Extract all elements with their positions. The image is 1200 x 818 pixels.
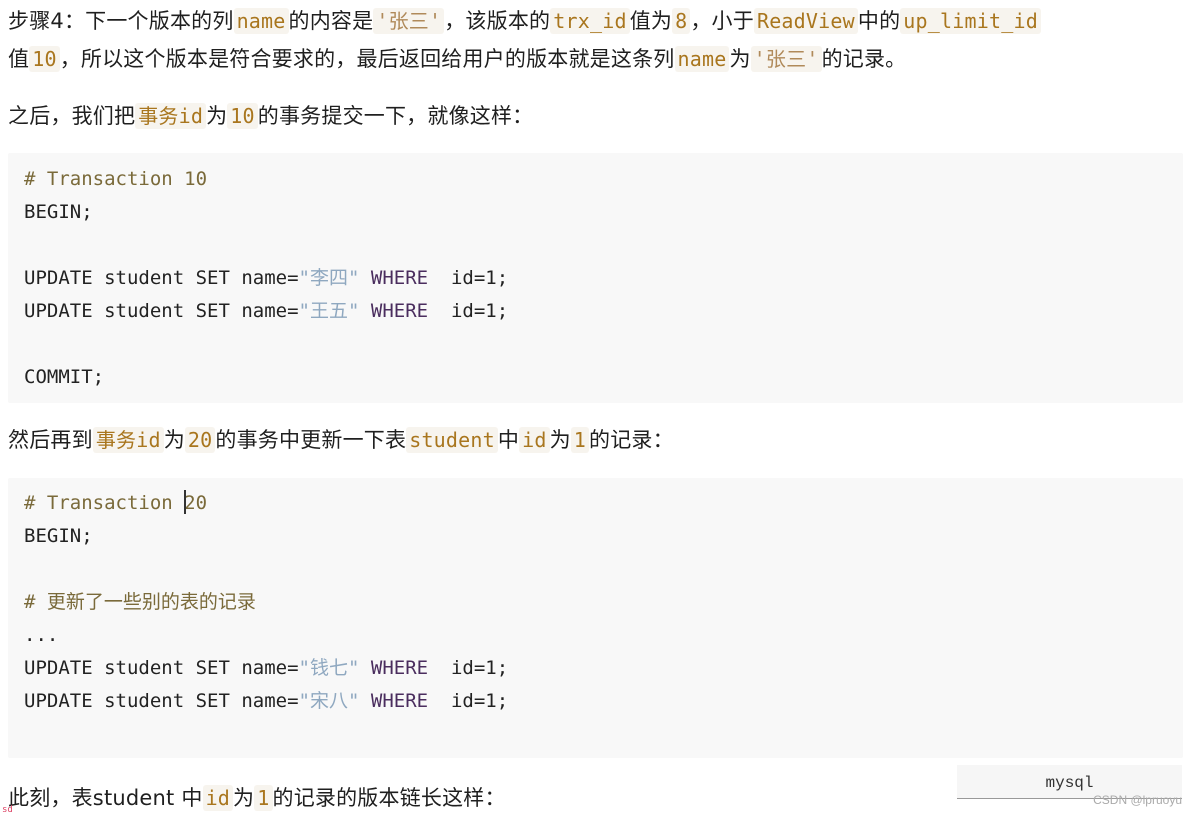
inline-code: ReadView xyxy=(753,8,858,34)
inline-code: '张三' xyxy=(373,8,445,34)
inline-code: up_limit_id xyxy=(900,8,1041,34)
code-text: id=1; xyxy=(428,657,509,679)
text: 的记录的版本链长这样： xyxy=(272,786,506,810)
inline-code: 10 xyxy=(227,103,258,129)
text: 值 xyxy=(8,47,30,71)
code-line-update: UPDATE student SET name="宋八" WHERE id=1; xyxy=(24,685,508,718)
text: 值为 xyxy=(629,9,673,33)
text: 此刻，表student 中 xyxy=(8,786,203,810)
inline-code: 8 xyxy=(672,8,691,34)
inline-code: 10 xyxy=(29,46,60,72)
code-block-transaction-10: # Transaction 10 BEGIN; UPDATE student S… xyxy=(8,153,1183,403)
code-string: "钱七" xyxy=(298,657,360,679)
code-text: UPDATE student SET name= xyxy=(24,267,299,289)
code-line-update: UPDATE student SET name="李四" WHERE id=1; xyxy=(24,262,508,295)
text: 为 xyxy=(549,428,571,452)
inline-code: id xyxy=(519,427,550,453)
code-line-ellipsis: ... xyxy=(24,624,59,646)
code-string: "李四" xyxy=(298,267,360,289)
code-block-transaction-20[interactable]: # Transaction 20 BEGIN; # 更新了一些别的表的记录 ..… xyxy=(8,478,1183,758)
code-keyword: WHERE xyxy=(359,300,429,322)
paragraph-update-intro: 然后再到 事务id 为 20 的事务中更新一下表 student 中 id 为 1 的记录： xyxy=(8,421,1180,459)
code-keyword: WHERE xyxy=(359,690,429,712)
code-line-begin: BEGIN; xyxy=(24,201,93,223)
inline-code: name xyxy=(233,8,289,34)
text-cursor-icon xyxy=(184,489,187,514)
text: ，小于 xyxy=(690,9,754,33)
text: 步骤4：下一个版本的列 xyxy=(8,9,234,33)
code-text: UPDATE student SET name= xyxy=(24,657,299,679)
text: 的记录： xyxy=(589,428,674,452)
code-text: UPDATE student SET name= xyxy=(24,300,299,322)
text: 的记录。 xyxy=(821,47,907,71)
text: 的事务提交一下，就像这样： xyxy=(257,104,534,128)
code-string: "王五" xyxy=(298,300,360,322)
inline-code: id xyxy=(202,785,234,811)
code-line-begin: BEGIN; xyxy=(24,525,93,547)
code-keyword: WHERE xyxy=(359,267,429,289)
text: 然后再到 xyxy=(8,428,93,452)
text: 为 xyxy=(233,786,255,810)
text: 中 xyxy=(497,428,520,452)
inline-code: 事务id xyxy=(135,103,207,129)
paragraph-step4: 步骤4：下一个版本的列 name 的内容是 '张三' ，该版本的 trx_id 值为 8 ，小于… xyxy=(8,2,1180,78)
code-line-update: UPDATE student SET name="钱七" WHERE id=1; xyxy=(24,652,508,685)
inline-code: 20 xyxy=(184,427,216,453)
code-text: id=1; xyxy=(428,690,509,712)
code-text: 20 xyxy=(184,492,208,514)
code-comment: # 更新了一些别的表的记录 xyxy=(24,591,256,613)
paragraph-commit-intro: 之后，我们把 事务id 为 10 的事务提交一下，就像这样： xyxy=(8,97,1180,135)
text: 的事务中更新一下表 xyxy=(215,428,407,452)
inline-code: 事务id xyxy=(92,427,164,453)
code-text: id=1; xyxy=(428,300,509,322)
inline-code: 1 xyxy=(254,785,273,811)
code-line-commit: COMMIT; xyxy=(24,366,105,388)
text: ，所以这个版本是符合要求的，最后返回给用户的版本就是这条列 xyxy=(59,47,675,71)
text: 中的 xyxy=(857,9,901,33)
code-text: UPDATE student SET name= xyxy=(24,690,299,712)
text: 为 xyxy=(206,104,228,128)
text: ，该版本的 xyxy=(444,9,551,33)
inline-code: name xyxy=(674,46,730,72)
inline-code: 1 xyxy=(570,427,590,453)
code-keyword: WHERE xyxy=(359,657,429,679)
csdn-watermark: CSDN @lpruoyu xyxy=(1093,793,1182,807)
inline-code: '张三' xyxy=(750,46,822,72)
code-line-update: UPDATE student SET name="王五" WHERE id=1; xyxy=(24,295,508,328)
code-comment: # Transaction 20 xyxy=(24,487,207,520)
text: 的内容是 xyxy=(288,9,374,33)
text: 为 xyxy=(163,428,185,452)
inline-code: trx_id xyxy=(550,8,630,34)
text: 之后，我们把 xyxy=(8,104,136,128)
code-string: "宋八" xyxy=(298,690,360,712)
inline-code: student xyxy=(406,427,498,453)
code-text: id=1; xyxy=(428,267,509,289)
code-text: # Transaction xyxy=(24,492,185,514)
corner-mark: sd xyxy=(2,805,13,815)
code-comment: # Transaction 10 xyxy=(24,168,208,190)
text: 为 xyxy=(729,47,751,71)
